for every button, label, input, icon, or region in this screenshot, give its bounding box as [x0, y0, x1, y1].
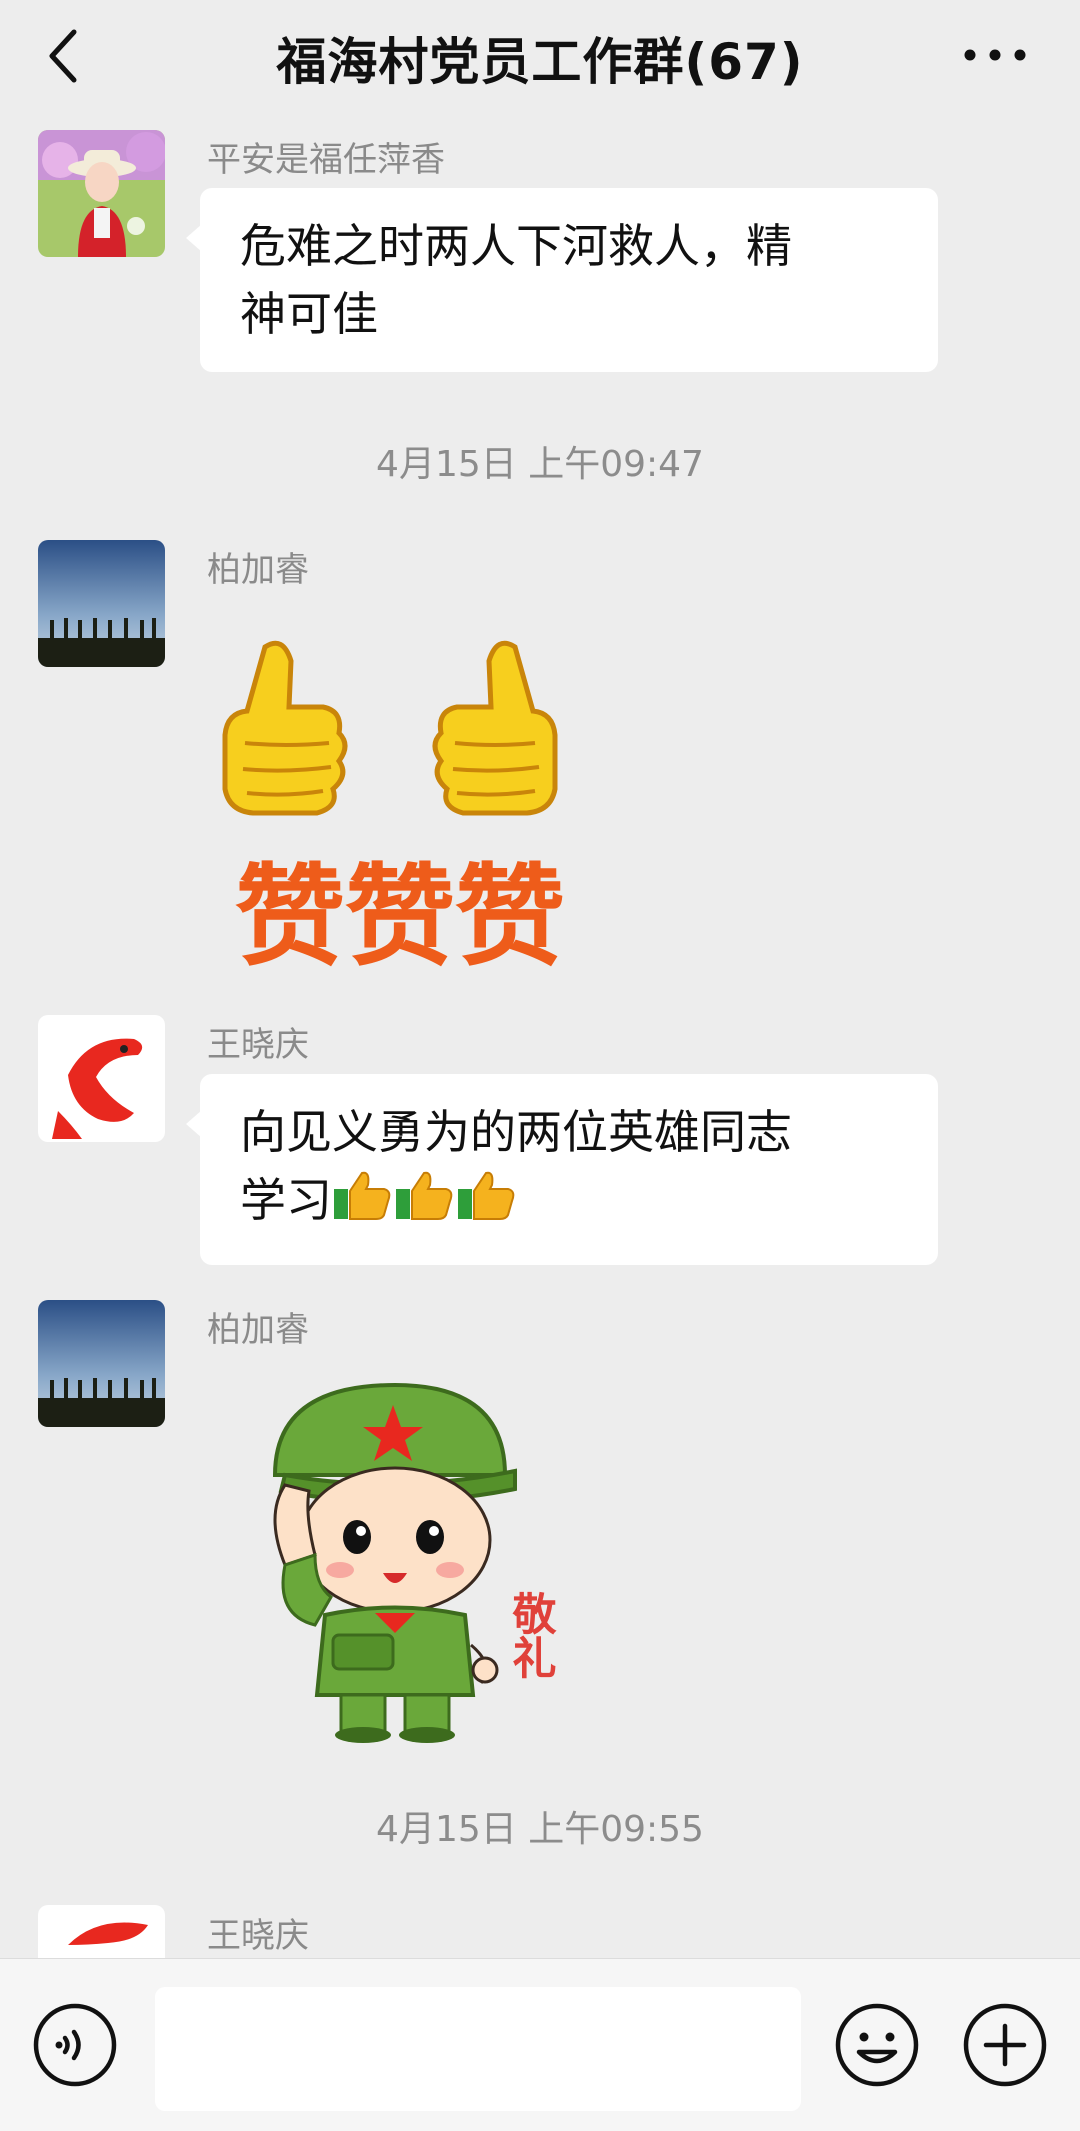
avatar[interactable]: [38, 1015, 165, 1142]
sender-name: 柏加睿: [207, 550, 309, 590]
plus-icon[interactable]: [962, 2002, 1048, 2088]
sender-name: 平安是福任萍香: [207, 140, 445, 180]
message-text-line: 学习: [240, 1166, 900, 1241]
sender-name: 王晓庆: [207, 1025, 309, 1065]
voice-icon[interactable]: [32, 2002, 118, 2088]
avatar[interactable]: [38, 1300, 165, 1427]
sticker-caption: 敬礼: [505, 1591, 558, 1679]
sticker-caption: 赞赞赞: [235, 853, 565, 975]
avatar[interactable]: [38, 130, 165, 257]
chat-title: 福海村党员工作群(67): [276, 33, 804, 91]
input-bar: [0, 1958, 1080, 2131]
thumbs-up-icon: [332, 1167, 394, 1241]
more-dots-icon[interactable]: [960, 30, 1030, 80]
thumbs-up-icon: [456, 1167, 518, 1241]
message-text-line: 向见义勇为的两位英雄同志: [240, 1105, 792, 1159]
message-input[interactable]: [155, 1987, 801, 2111]
message-text-fragment: 学习: [240, 1173, 332, 1227]
timestamp: 4月15日 上午09:55: [376, 1809, 704, 1850]
thumbs-up-sticker[interactable]: 赞赞赞: [205, 615, 595, 981]
sender-name: 柏加睿: [207, 1310, 309, 1350]
message-text-line: 神可佳: [240, 287, 378, 341]
message-bubble[interactable]: 向见义勇为的两位英雄同志 学习: [186, 1074, 938, 1265]
avatar[interactable]: [38, 540, 165, 667]
thumbs-up-icon: [222, 640, 348, 816]
message-bubble[interactable]: 危难之时两人下河救人，精 神可佳: [186, 188, 938, 372]
chat-screen: 福海村党员工作群(67) 平安是福任萍香 危难之时两人下河救人，精 神可佳 4月…: [0, 0, 1080, 2131]
thumbs-up-icon: [432, 640, 558, 816]
sender-name: 王晓庆: [207, 1916, 309, 1956]
timestamp: 4月15日 上午09:47: [376, 444, 704, 485]
thumbs-up-icon: [394, 1167, 456, 1241]
message-text-line: 危难之时两人下河救人，精: [240, 219, 792, 273]
salute-soldier-sticker[interactable]: 敬礼: [245, 1365, 575, 1745]
emoji-icon[interactable]: [834, 2002, 920, 2088]
top-bar: 福海村党员工作群(67): [0, 0, 1080, 120]
